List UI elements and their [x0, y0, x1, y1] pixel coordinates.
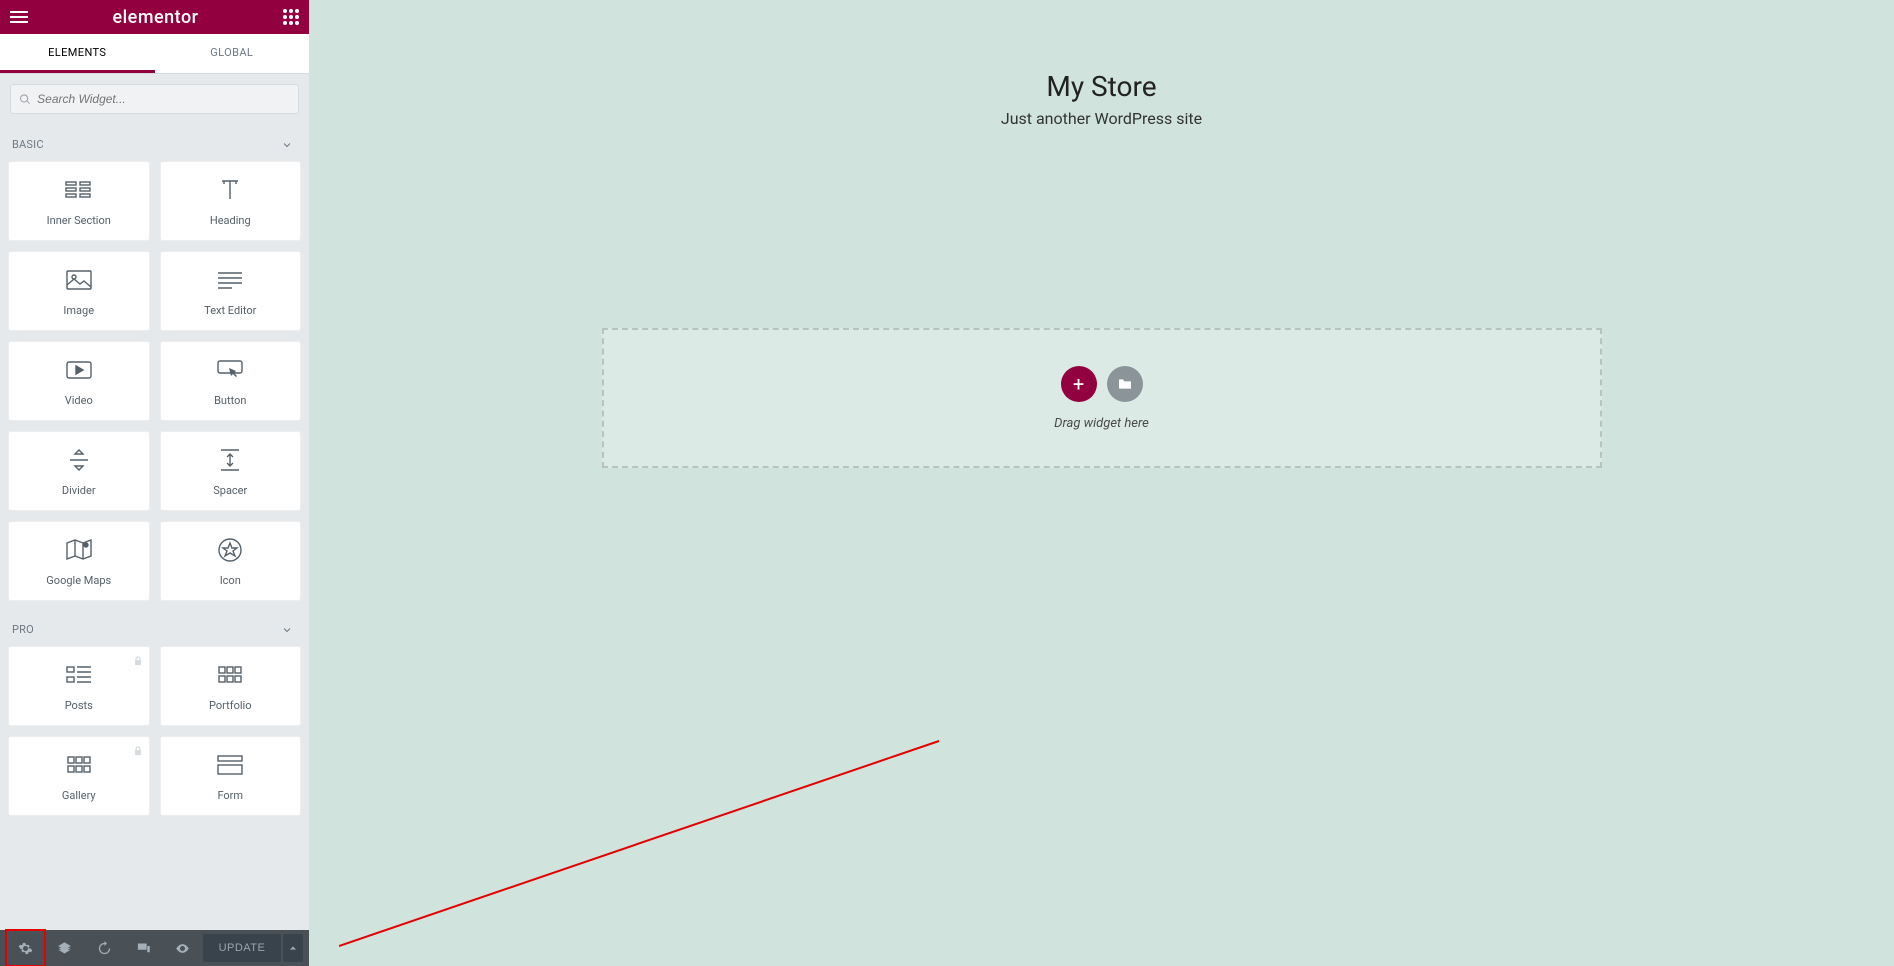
- widget-label: Heading: [210, 214, 251, 227]
- widget-inner-section[interactable]: Inner Section: [8, 161, 150, 241]
- widget-image[interactable]: Image: [8, 251, 150, 331]
- folder-icon: [1117, 376, 1133, 392]
- widget-label: Form: [217, 789, 243, 802]
- gear-icon: [18, 941, 33, 956]
- image-icon: [66, 266, 92, 294]
- widget-label: Inner Section: [47, 214, 111, 227]
- brand-logo: elementor: [112, 7, 198, 28]
- widget-portfolio[interactable]: Portfolio: [160, 646, 302, 726]
- search-icon: [19, 93, 31, 106]
- add-template-button[interactable]: [1107, 366, 1143, 402]
- divider-icon: [69, 446, 89, 474]
- widget-button[interactable]: Button: [160, 341, 302, 421]
- widget-spacer[interactable]: Spacer: [160, 431, 302, 511]
- video-icon: [66, 356, 92, 384]
- widget-label: Gallery: [62, 789, 96, 802]
- drop-zone[interactable]: + Drag widget here: [602, 328, 1602, 468]
- widget-heading[interactable]: Heading: [160, 161, 302, 241]
- widget-label: Spacer: [213, 484, 247, 497]
- plus-icon: +: [1073, 372, 1084, 396]
- category-basic-label: BASIC: [12, 138, 44, 151]
- navigator-button[interactable]: [45, 930, 84, 966]
- history-button[interactable]: [85, 930, 124, 966]
- category-pro-toggle[interactable]: PRO: [0, 609, 309, 646]
- form-icon: [217, 751, 243, 779]
- site-title: My Store: [309, 70, 1894, 103]
- chevron-down-icon: [281, 624, 293, 636]
- caret-up-icon: [289, 944, 297, 952]
- search-input[interactable]: [37, 92, 298, 106]
- widget-gallery[interactable]: Gallery: [8, 736, 150, 816]
- widget-label: Button: [214, 394, 246, 407]
- category-pro-label: PRO: [12, 623, 34, 636]
- publish-options-button[interactable]: [283, 934, 303, 962]
- devices-icon: [136, 941, 151, 956]
- layers-icon: [57, 941, 72, 956]
- tab-elements[interactable]: ELEMENTS: [0, 34, 155, 73]
- widget-label: Posts: [65, 699, 93, 712]
- lock-icon: [133, 741, 143, 760]
- site-tagline: Just another WordPress site: [309, 109, 1894, 128]
- eye-icon: [175, 941, 190, 956]
- columns-icon: [65, 176, 93, 204]
- menu-button[interactable]: [10, 11, 28, 23]
- settings-button[interactable]: [6, 930, 45, 966]
- category-basic-toggle[interactable]: BASIC: [0, 124, 309, 161]
- history-icon: [97, 941, 112, 956]
- widget-video[interactable]: Video: [8, 341, 150, 421]
- preview-button[interactable]: [163, 930, 202, 966]
- button-icon: [217, 356, 243, 384]
- lock-icon: [133, 651, 143, 670]
- posts-icon: [66, 661, 92, 689]
- widget-divider[interactable]: Divider: [8, 431, 150, 511]
- widget-label: Divider: [62, 484, 96, 497]
- portfolio-icon: [218, 661, 242, 689]
- spacer-icon: [220, 446, 240, 474]
- widget-text-editor[interactable]: Text Editor: [160, 251, 302, 331]
- widget-label: Video: [65, 394, 93, 407]
- widget-form[interactable]: Form: [160, 736, 302, 816]
- widget-icon[interactable]: Icon: [160, 521, 302, 601]
- widget-google-maps[interactable]: Google Maps: [8, 521, 150, 601]
- apps-grid-icon[interactable]: [283, 9, 299, 25]
- widget-label: Text Editor: [204, 304, 256, 317]
- text-icon: [217, 266, 243, 294]
- tab-global[interactable]: GLOBAL: [155, 34, 310, 73]
- widget-posts[interactable]: Posts: [8, 646, 150, 726]
- heading-icon: [218, 176, 242, 204]
- drop-hint: Drag widget here: [1054, 416, 1149, 431]
- update-button[interactable]: UPDATE: [203, 934, 282, 962]
- gallery-icon: [67, 751, 91, 779]
- map-icon: [66, 536, 92, 564]
- widget-label: Icon: [220, 574, 241, 587]
- annotation-line: [339, 736, 959, 956]
- widget-label: Image: [63, 304, 94, 317]
- chevron-down-icon: [281, 139, 293, 151]
- widget-label: Google Maps: [46, 574, 111, 587]
- responsive-button[interactable]: [124, 930, 163, 966]
- widget-label: Portfolio: [209, 699, 251, 712]
- add-section-button[interactable]: +: [1061, 366, 1097, 402]
- star-icon: [218, 536, 242, 564]
